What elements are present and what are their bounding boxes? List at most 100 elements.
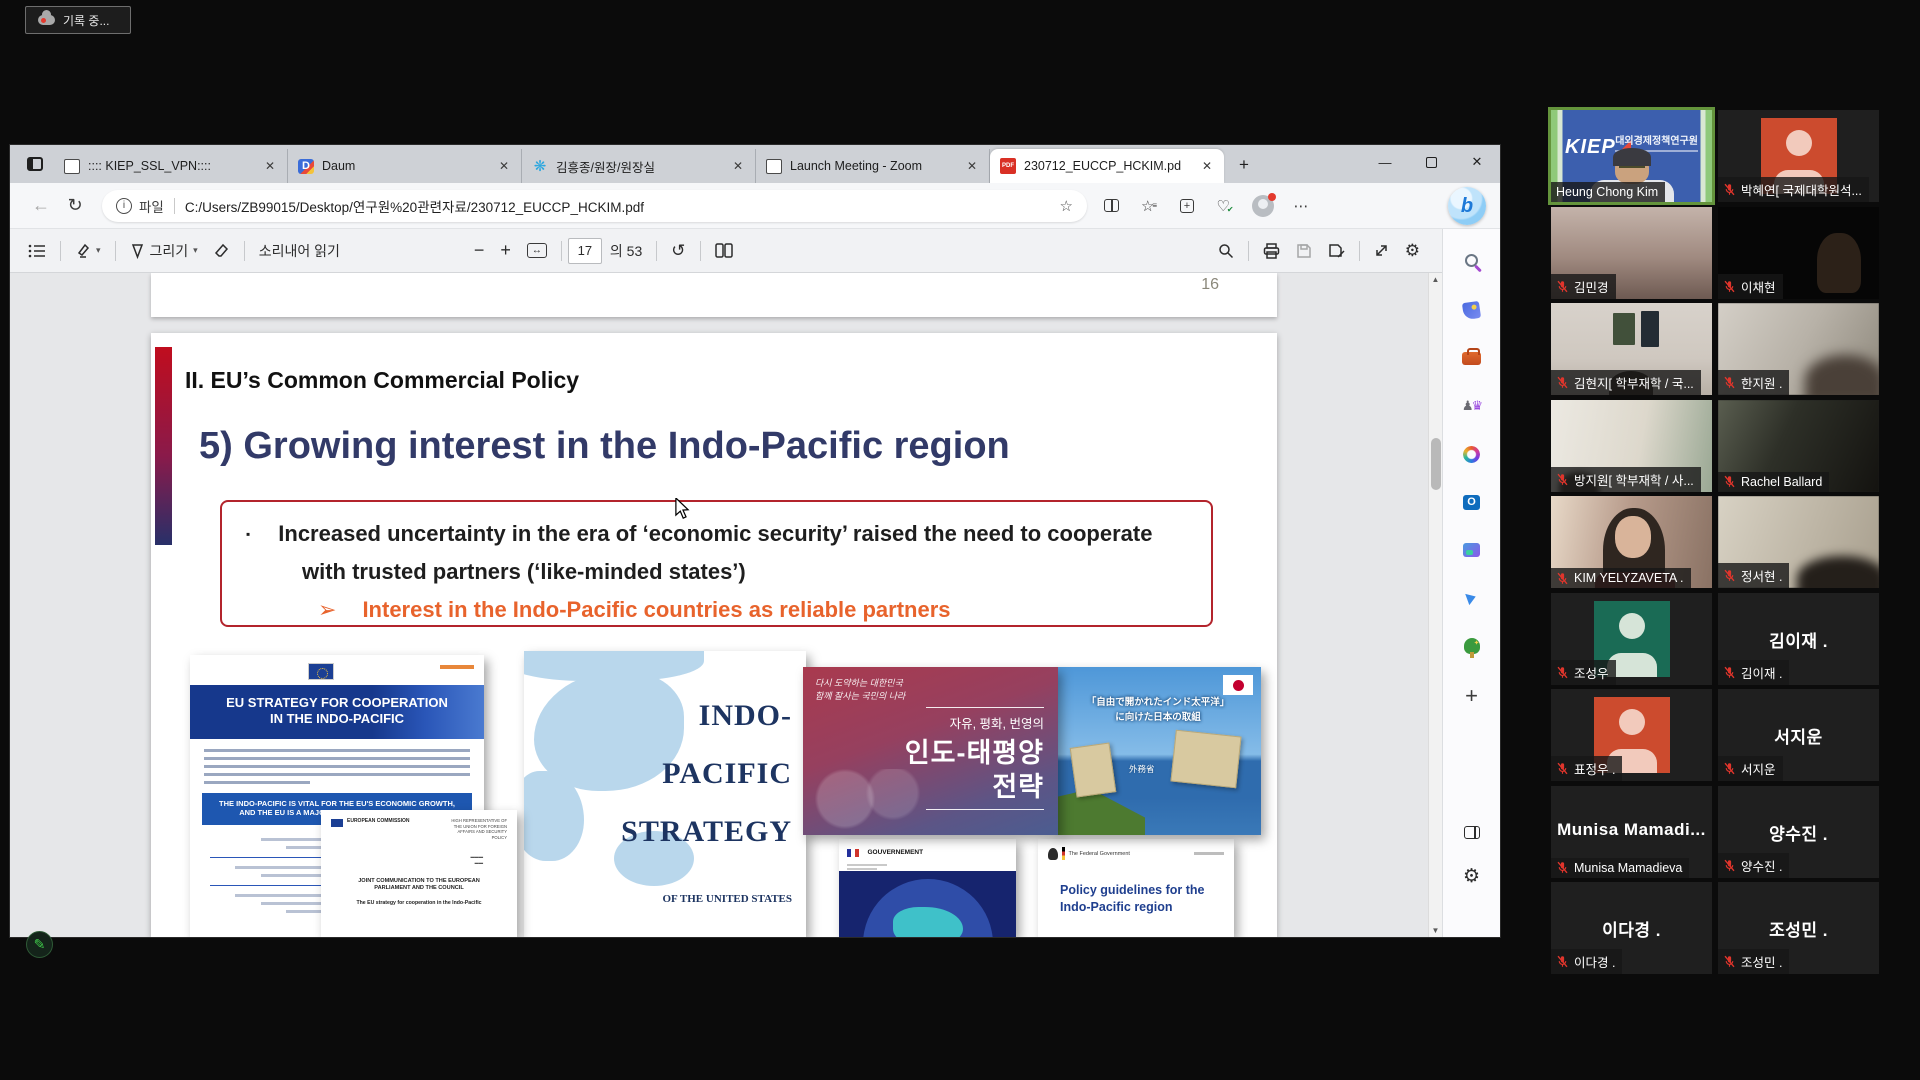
participant-tile-heung-chong-kim[interactable]: KIEP◢ 대외경제정책연구원 Heung Chong Kim	[1551, 110, 1712, 202]
german-tricolor-bar	[1062, 847, 1065, 860]
pdf-scrollbar[interactable]: ▲ ▼	[1428, 273, 1442, 937]
tab-actions-menu-button[interactable]	[20, 149, 50, 179]
zoom-in-button[interactable]: +	[492, 235, 519, 267]
sidebar-customize-button[interactable]	[1455, 815, 1489, 849]
customize-sidebar-icon	[1464, 826, 1480, 839]
eu-flag-icon	[331, 819, 343, 827]
participant-tile[interactable]: 이채현	[1718, 207, 1879, 299]
participant-tile[interactable]: 박혜연[ 국제대학원석...	[1718, 110, 1879, 202]
fit-width-icon: ↔	[527, 243, 547, 258]
search-document-button[interactable]	[1210, 235, 1242, 267]
sidebar-tools-button[interactable]	[1455, 341, 1489, 375]
participant-tile[interactable]: 이다경 . 이다경 .	[1551, 882, 1712, 974]
tab-close-icon[interactable]: ✕	[261, 158, 279, 174]
fr-doc-cover-graphic	[839, 871, 1016, 937]
bing-copilot-button[interactable]: b	[1448, 187, 1486, 225]
sidebar-microsoft365-button[interactable]	[1455, 437, 1489, 471]
sidebar-add-button[interactable]: +	[1455, 679, 1489, 713]
sidebar-shopping-button[interactable]	[1455, 293, 1489, 327]
tab-close-icon[interactable]: ✕	[729, 158, 747, 174]
tab-zoom-meeting[interactable]: Launch Meeting - Zoom ✕	[756, 149, 990, 183]
slide-kicker: II. EU’s Common Commercial Policy	[185, 367, 579, 394]
favorites-bar-button[interactable]: ☆≡	[1133, 190, 1165, 222]
pdf-settings-button[interactable]: ⚙	[1397, 235, 1428, 267]
scroll-up-arrow[interactable]: ▲	[1429, 275, 1442, 284]
new-tab-button[interactable]: +	[1230, 151, 1258, 179]
restore-button[interactable]	[1408, 145, 1454, 179]
back-button[interactable]: ←	[24, 189, 58, 223]
participant-tile[interactable]: 김민경	[1551, 207, 1712, 299]
pdf-toolbar: ▾ 그리기 ▾ 소리내어 읽기 − + ↔ 17 의 53 ↺	[10, 229, 1500, 273]
search-icon	[1218, 243, 1234, 259]
kiep-flower-icon: ❋	[532, 158, 548, 174]
tab-close-icon[interactable]: ✕	[495, 158, 513, 174]
split-screen-button[interactable]	[1095, 190, 1127, 222]
sidebar-games-button[interactable]: ♟♛	[1455, 389, 1489, 423]
sidebar-search-button[interactable]	[1455, 243, 1489, 277]
page-number-input[interactable]: 17	[568, 238, 602, 264]
save-as-button[interactable]	[1320, 235, 1353, 267]
zoom-out-button[interactable]: −	[466, 235, 493, 267]
recording-indicator[interactable]: 기록 중...	[25, 6, 131, 34]
refresh-button[interactable]: ↻	[58, 189, 92, 223]
info-icon[interactable]: i	[116, 198, 132, 214]
tab-title: Daum	[322, 159, 487, 173]
participant-tile[interactable]: 양수진 . 양수진 .	[1718, 786, 1879, 878]
participant-tile[interactable]: 방지원[ 학부재학 / 사...	[1551, 400, 1712, 492]
read-aloud-button[interactable]: 소리내어 읽기	[251, 235, 348, 267]
participant-tile[interactable]: 정서현 .	[1718, 496, 1879, 588]
favorite-star-icon[interactable]: ☆	[1052, 197, 1081, 215]
tab-kiep-vpn[interactable]: :::: KIEP_SSL_VPN:::: ✕	[54, 149, 288, 183]
muted-mic-icon	[1556, 572, 1569, 585]
eu-doc-body-lines	[204, 749, 470, 789]
profile-button[interactable]	[1247, 190, 1279, 222]
browser-essentials-button[interactable]: ♡✔	[1209, 190, 1241, 222]
page-view-button[interactable]	[707, 235, 741, 267]
address-bar[interactable]: i 파일 C:/Users/ZB99015/Desktop/연구원%20관련자료…	[102, 190, 1087, 222]
expand-button[interactable]	[1366, 235, 1397, 267]
sidebar-designer-button[interactable]	[1455, 533, 1489, 567]
tab-pdf-active[interactable]: PDF 230712_EUCCP_HCKIM.pd ✕	[990, 149, 1224, 183]
settings-more-button[interactable]: ⋯	[1285, 190, 1317, 222]
print-button[interactable]	[1255, 235, 1288, 267]
highlight-button[interactable]: ▾	[67, 235, 109, 267]
file-scheme-label: 파일	[139, 196, 164, 216]
fit-width-button[interactable]: ↔	[519, 235, 555, 267]
scroll-down-arrow[interactable]: ▼	[1429, 926, 1442, 935]
sidebar-settings-button[interactable]: ⚙	[1455, 859, 1489, 893]
participant-tile[interactable]: Munisa Mamadi... Munisa Mamadieva	[1551, 786, 1712, 878]
participant-tile[interactable]: Rachel Ballard	[1718, 400, 1879, 492]
participant-tile[interactable]: 표정우 .	[1551, 689, 1712, 781]
sidebar-tree-button[interactable]	[1455, 629, 1489, 663]
participant-tile[interactable]: 조성민 . 조성민 .	[1718, 882, 1879, 974]
participant-center-name: Munisa Mamadi...	[1551, 820, 1712, 840]
close-window-button[interactable]: ✕	[1454, 145, 1500, 179]
collections-button[interactable]: +	[1171, 190, 1203, 222]
save-button[interactable]	[1288, 235, 1320, 267]
scrollbar-thumb[interactable]	[1431, 438, 1441, 490]
participant-tile[interactable]: 서지운 서지운	[1718, 689, 1879, 781]
tab-daum[interactable]: D Daum ✕	[288, 149, 522, 183]
minimize-button[interactable]: —	[1362, 145, 1408, 179]
erase-button[interactable]	[206, 235, 238, 267]
toc-button[interactable]	[20, 235, 54, 267]
draw-label: 그리기	[150, 241, 189, 261]
participant-name: 한지원 .	[1741, 373, 1782, 392]
participant-tile[interactable]: 김현지[ 학부재학 / 국...	[1551, 303, 1712, 395]
tab-close-icon[interactable]: ✕	[963, 158, 981, 174]
muted-mic-icon	[1556, 861, 1569, 874]
sidebar-outlook-button[interactable]: O	[1455, 485, 1489, 519]
tab-bar: :::: KIEP_SSL_VPN:::: ✕ D Daum ✕ ❋ 김흥종/원…	[10, 145, 1500, 183]
participant-tile[interactable]: 한지원 .	[1718, 303, 1879, 395]
fr-doc-motto-lines	[847, 864, 1008, 870]
tab-close-icon[interactable]: ✕	[1198, 158, 1216, 174]
rotate-button[interactable]: ↺	[663, 235, 693, 267]
muted-mic-icon	[1723, 376, 1736, 389]
draw-button[interactable]: 그리기 ▾	[122, 235, 206, 267]
participant-tile[interactable]: 김이재 . 김이재 .	[1718, 593, 1879, 685]
annotation-pen-button[interactable]: ✎	[26, 931, 53, 958]
participant-tile[interactable]: KIM YELYZAVETA .	[1551, 496, 1712, 588]
sidebar-drop-button[interactable]	[1455, 581, 1489, 615]
participant-tile[interactable]: 조성우	[1551, 593, 1712, 685]
tab-kiep-office[interactable]: ❋ 김흥종/원장/원장실 ✕	[522, 149, 756, 183]
